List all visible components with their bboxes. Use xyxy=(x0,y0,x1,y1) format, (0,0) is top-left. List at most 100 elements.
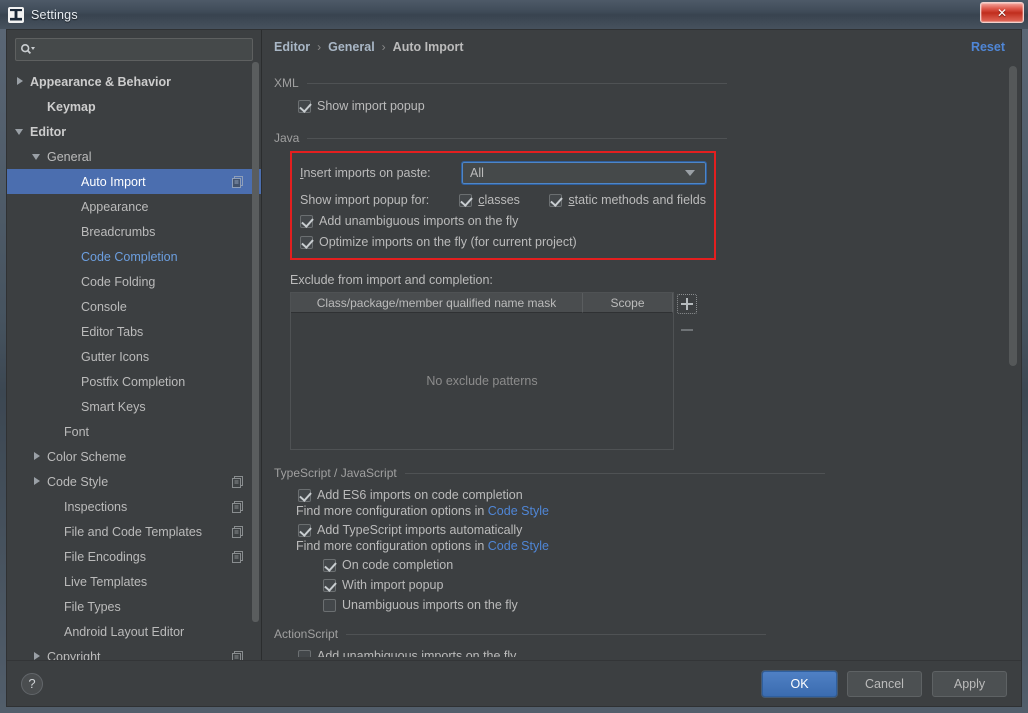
checkbox-with-import-popup[interactable] xyxy=(323,578,336,592)
copy-settings-icon xyxy=(232,475,243,488)
row-insert-imports-on-paste: Insert imports on paste: All xyxy=(300,161,707,185)
sidebar-scrollbar[interactable] xyxy=(251,62,260,658)
exclude-table[interactable]: Class/package/member qualified name mask… xyxy=(290,292,674,450)
sidebar-item-live-templates[interactable]: Live Templates xyxy=(7,569,261,594)
apply-button[interactable]: Apply xyxy=(932,670,1007,697)
chevron-right-icon[interactable] xyxy=(32,476,43,487)
copy-settings-icon xyxy=(232,500,243,513)
intellij-idea-icon xyxy=(8,6,24,23)
checkbox-optimize-imports[interactable] xyxy=(300,235,313,249)
sidebar-item-inspections[interactable]: Inspections xyxy=(7,494,261,519)
row-unambiguous-imports-on-fly[interactable]: Unambiguous imports on the fly xyxy=(323,598,999,612)
link-code-style-1[interactable]: Code Style xyxy=(488,504,549,518)
help-icon[interactable]: ? xyxy=(21,672,43,695)
close-glyph: ✕ xyxy=(996,5,1008,20)
column-header-scope[interactable]: Scope xyxy=(583,293,673,313)
sidebar-item-label: General xyxy=(47,149,92,164)
sidebar-item-code-completion[interactable]: Code Completion xyxy=(7,244,261,269)
sidebar-item-postfix-completion[interactable]: Postfix Completion xyxy=(7,369,261,394)
close-icon[interactable]: ✕ xyxy=(980,2,1024,23)
chevron-right-icon[interactable] xyxy=(32,651,43,660)
sidebar-item-keymap[interactable]: Keymap xyxy=(7,94,261,119)
search-input[interactable] xyxy=(35,42,248,57)
ok-button[interactable]: OK xyxy=(762,670,837,697)
remove-pattern-button[interactable] xyxy=(677,320,697,340)
sidebar-item-appearance-behavior[interactable]: Appearance & Behavior xyxy=(7,69,261,94)
chevron-down-icon[interactable] xyxy=(32,151,43,162)
row-on-code-completion[interactable]: On code completion xyxy=(323,558,999,572)
row-actionscript-add-unambiguous-clipped[interactable]: Add unambiguous imports on the fly xyxy=(290,649,999,657)
checkbox-add-typescript-imports[interactable] xyxy=(298,523,311,537)
label-show-import-popup-xml: Show import popup xyxy=(317,99,425,113)
sidebar-item-code-style[interactable]: Code Style xyxy=(7,469,261,494)
sidebar-item-color-scheme[interactable]: Color Scheme xyxy=(7,444,261,469)
checkbox-static-methods-and-fields[interactable] xyxy=(549,193,563,207)
sidebar-item-font[interactable]: Font xyxy=(7,419,261,444)
chevron-right-icon[interactable] xyxy=(15,76,26,87)
sidebar-item-console[interactable]: Console xyxy=(7,294,261,319)
breadcrumb-editor[interactable]: Editor xyxy=(274,40,310,54)
label-with-import-popup: With import popup xyxy=(342,578,444,592)
sidebar-item-smart-keys[interactable]: Smart Keys xyxy=(7,394,261,419)
insert-imports-on-paste-dropdown[interactable]: All xyxy=(461,161,707,185)
breadcrumb-general[interactable]: General xyxy=(328,40,375,54)
row-add-typescript-imports[interactable]: Add TypeScript imports automatically xyxy=(298,523,999,537)
sidebar-item-general[interactable]: General xyxy=(7,144,261,169)
row-add-unambiguous-imports[interactable]: Add unambiguous imports on the fly xyxy=(300,214,706,228)
sidebar-item-label: Smart Keys xyxy=(81,399,146,414)
search-box[interactable] xyxy=(15,38,253,61)
sidebar-item-label: File and Code Templates xyxy=(64,524,203,539)
column-header-name-mask[interactable]: Class/package/member qualified name mask xyxy=(291,293,583,313)
row-with-import-popup[interactable]: With import popup xyxy=(323,578,999,592)
dialog-footer: ? OK Cancel Apply xyxy=(7,660,1021,706)
link-code-style-2[interactable]: Code Style xyxy=(488,539,549,553)
sidebar-item-file-and-code-templates[interactable]: File and Code Templates xyxy=(7,519,261,544)
add-pattern-button[interactable] xyxy=(677,294,697,314)
label-insert-imports-on-paste: Insert imports on paste: xyxy=(300,166,431,180)
exclude-table-toolbar xyxy=(674,292,700,450)
sidebar-item-auto-import[interactable]: Auto Import xyxy=(7,169,261,194)
sidebar-item-file-types[interactable]: File Types xyxy=(7,594,261,619)
copy-settings-icon xyxy=(232,525,243,538)
checkbox-show-import-popup-xml[interactable] xyxy=(298,99,311,113)
chevron-down-icon xyxy=(685,170,695,176)
main-scrollbar-thumb[interactable] xyxy=(1009,66,1017,366)
sidebar-item-appearance[interactable]: Appearance xyxy=(7,194,261,219)
sidebar-item-label: Keymap xyxy=(47,99,96,114)
settings-tree: Appearance & Behavior Keymap Editor General… xyxy=(7,67,261,660)
sidebar-item-label: Code Completion xyxy=(81,249,178,264)
row-add-es6-imports[interactable]: Add ES6 imports on code completion xyxy=(298,488,999,502)
checkbox-add-es6-imports[interactable] xyxy=(298,488,311,502)
sidebar-item-code-folding[interactable]: Code Folding xyxy=(7,269,261,294)
sidebar-item-copyright[interactable]: Copyright xyxy=(7,644,261,660)
hint-prefix-1: Find more configuration options in xyxy=(296,504,488,518)
cancel-button[interactable]: Cancel xyxy=(847,670,922,697)
chevron-right-icon[interactable] xyxy=(32,451,43,462)
breadcrumb-separator-2: › xyxy=(381,40,386,54)
sidebar-scrollbar-thumb[interactable] xyxy=(252,62,259,622)
reset-link[interactable]: Reset xyxy=(971,40,1005,54)
sidebar-item-file-encodings[interactable]: File Encodings xyxy=(7,544,261,569)
copy-settings-icon xyxy=(232,550,243,563)
checkbox-actionscript-add-unambiguous[interactable] xyxy=(298,649,311,657)
main-scrollbar[interactable] xyxy=(1008,66,1018,656)
sidebar-item-gutter-icons[interactable]: Gutter Icons xyxy=(7,344,261,369)
row-optimize-imports[interactable]: Optimize imports on the fly (for current… xyxy=(300,235,706,249)
row-show-import-popup-xml[interactable]: Show import popup xyxy=(298,99,999,113)
checkbox-classes[interactable] xyxy=(459,193,473,207)
checkbox-add-unambiguous-imports[interactable] xyxy=(300,214,313,228)
sidebar-item-editor-tabs[interactable]: Editor Tabs xyxy=(7,319,261,344)
sidebar-item-breadcrumbs[interactable]: Breadcrumbs xyxy=(7,219,261,244)
sidebar-item-editor[interactable]: Editor xyxy=(7,119,261,144)
chevron-down-icon[interactable] xyxy=(15,126,26,137)
checkbox-unambiguous-imports-on-fly[interactable] xyxy=(323,598,336,612)
sidebar-item-android-layout-editor[interactable]: Android Layout Editor xyxy=(7,619,261,644)
checkbox-on-code-completion[interactable] xyxy=(323,558,336,572)
exclude-table-body: No exclude patterns xyxy=(291,313,673,449)
section-header-actionscript: ActionScript xyxy=(272,627,999,641)
